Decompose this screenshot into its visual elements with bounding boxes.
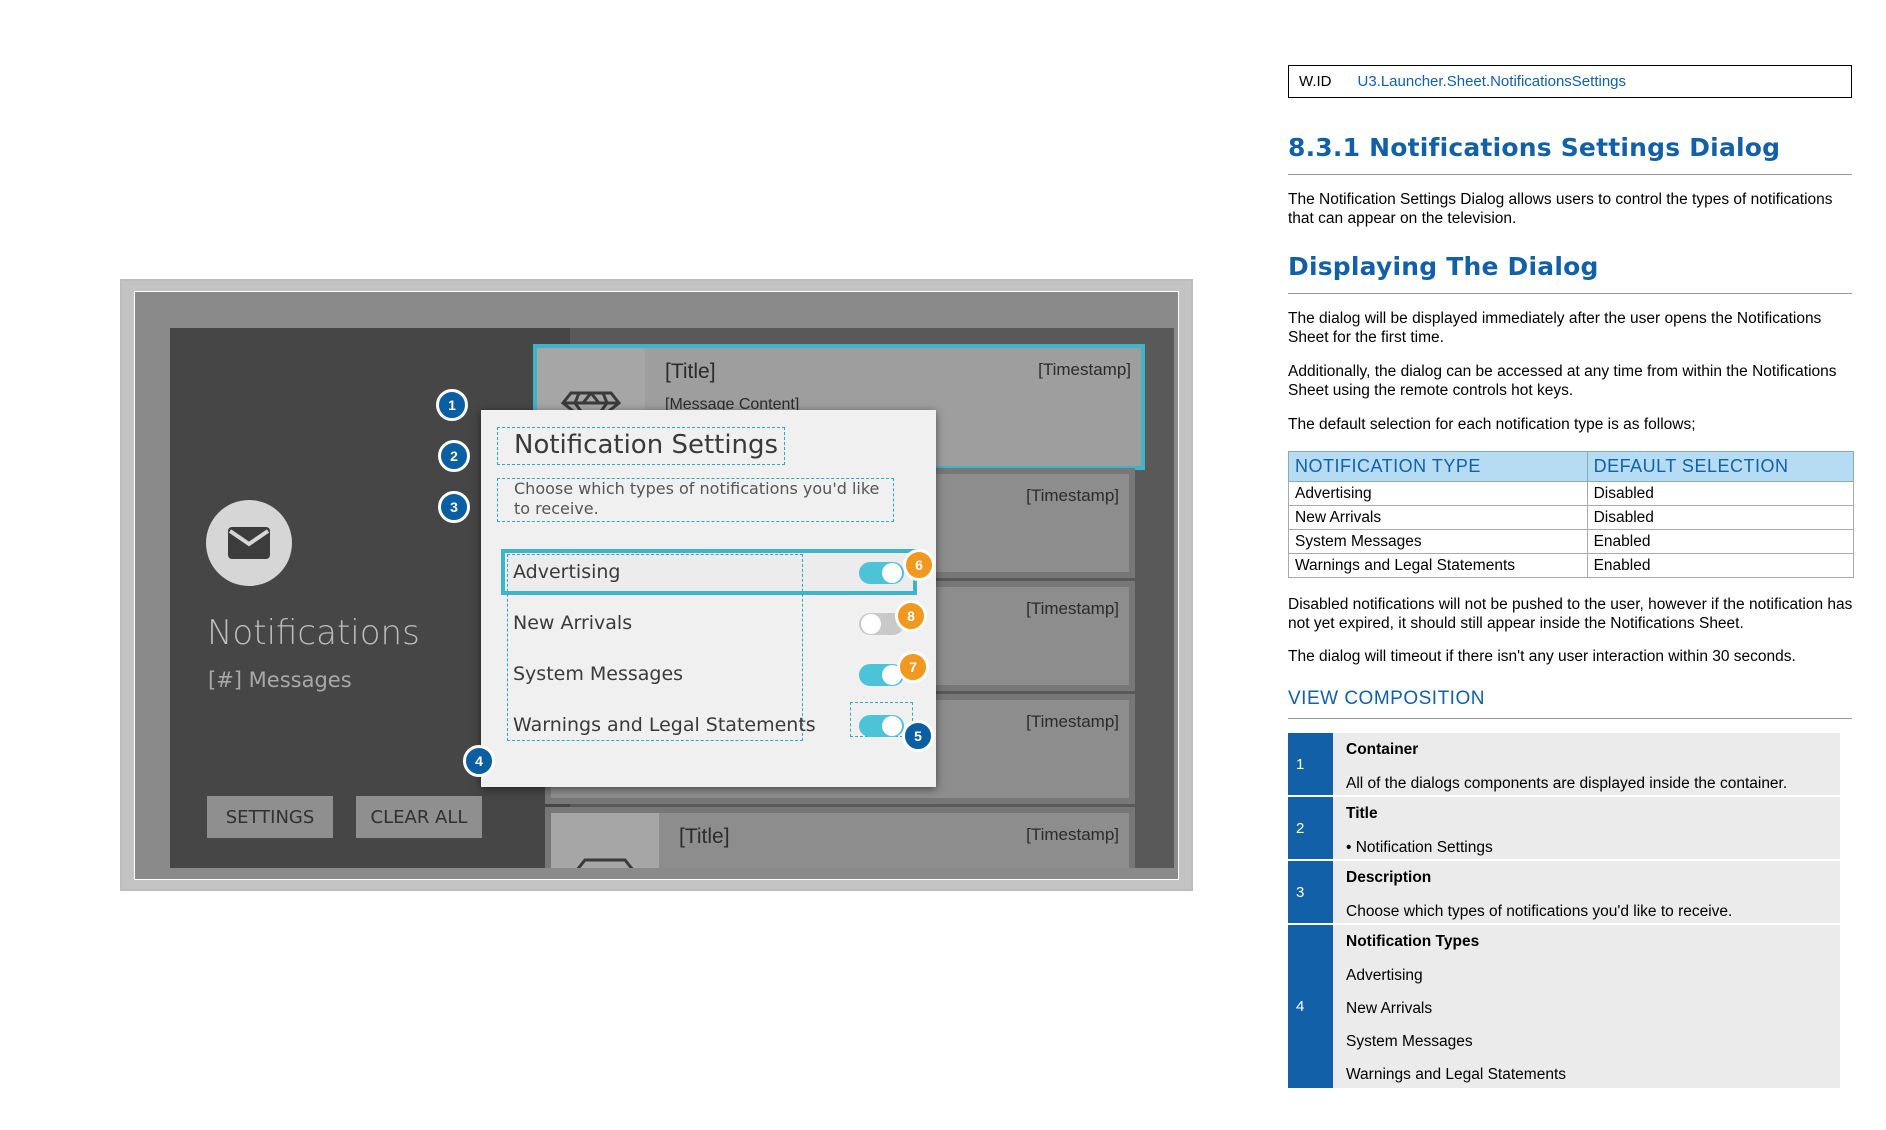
composition-title: Title (1346, 805, 1378, 822)
notification-card[interactable]: [Title] [Timestamp] (545, 807, 1135, 868)
composition-title: Description (1346, 869, 1432, 886)
composition-text: All of the dialogs components are displa… (1346, 775, 1788, 792)
callout-badge: 3 (438, 491, 470, 523)
callout-badge: 4 (463, 745, 495, 777)
composition-text: Warnings and Legal Statements (1346, 1066, 1566, 1083)
default-selection-table: NOTIFICATION TYPE DEFAULT SELECTION Adve… (1288, 451, 1855, 578)
paragraph: Additionally, the dialog can be accessed… (1288, 363, 1837, 399)
table-row: Warnings and Legal Statements Enabled (1288, 553, 1855, 578)
table-cell: Advertising (1288, 481, 1588, 506)
composition-text: New Arrivals (1346, 1000, 1433, 1017)
table-row: Advertising Disabled (1288, 481, 1855, 506)
sheet-title: Notifications (207, 613, 420, 653)
callout-badge: 1 (436, 389, 468, 421)
option-label-new-arrivals[interactable]: New Arrivals (513, 612, 632, 634)
advertising-toggle[interactable] (859, 562, 904, 584)
composition-number: 3 (1288, 861, 1333, 923)
card-timestamp: [Timestamp] (1026, 825, 1119, 844)
table-cell: New Arrivals (1288, 505, 1588, 530)
table-header: NOTIFICATION TYPE (1288, 451, 1588, 482)
composition-text: Choose which types of notifications you'… (1346, 903, 1733, 920)
card-timestamp: [Timestamp] (1026, 712, 1119, 731)
table-cell: Enabled (1586, 553, 1855, 578)
composition-title: Notification Types (1346, 933, 1480, 950)
callout-badge: 2 (438, 440, 470, 472)
table-row: New Arrivals Disabled (1288, 505, 1855, 530)
card-title: [Title] (665, 360, 716, 383)
table-cell: System Messages (1288, 529, 1588, 554)
paragraph: The dialog will timeout if there isn't a… (1288, 648, 1796, 665)
callout-badge: 7 (897, 651, 929, 683)
paragraph: The dialog will be displayed immediately… (1288, 310, 1822, 346)
option-label-warnings[interactable]: Warnings and Legal Statements (513, 714, 816, 736)
composition-number: 2 (1288, 797, 1333, 859)
table-cell: Disabled (1586, 481, 1855, 506)
composition-row: 1 Container All of the dialogs component… (1288, 733, 1840, 795)
table-cell: Disabled (1586, 505, 1855, 530)
table-header: DEFAULT SELECTION (1586, 451, 1855, 482)
intro-paragraph: The Notification Settings Dialog allows … (1288, 191, 1833, 227)
divider (1288, 718, 1852, 719)
card-timestamp: [Timestamp] (1038, 360, 1131, 379)
card-title: [Title] (679, 825, 730, 848)
tv-screen: Notifications [#] Messages SETTINGS CLEA… (170, 328, 1174, 868)
composition-text: • Notification Settings (1346, 839, 1493, 856)
widget-id-value: U3.Launcher.Sheet.NotificationsSettings (1357, 73, 1627, 90)
composition-row: 3 Description Choose which types of noti… (1288, 861, 1840, 923)
dialog-description: Choose which types of notifications you'… (497, 478, 894, 522)
callout-badge: 8 (895, 600, 927, 632)
card-timestamp: [Timestamp] (1026, 599, 1119, 618)
notification-settings-dialog: Notification Settings Choose which types… (481, 410, 936, 787)
composition-text: Advertising (1346, 967, 1423, 984)
callout-badge: 6 (903, 549, 935, 581)
paragraph: Disabled notifications will not be pushe… (1288, 596, 1853, 632)
view-composition-heading: VIEW COMPOSITION (1288, 688, 1485, 709)
composition-number: 4 (1288, 925, 1333, 1088)
mockup-frame: Notifications [#] Messages SETTINGS CLEA… (120, 279, 1193, 891)
table-row: System Messages Enabled (1288, 529, 1855, 554)
warnings-toggle[interactable] (859, 715, 904, 737)
divider (1288, 174, 1852, 175)
dialog-title: Notification Settings (497, 427, 786, 465)
callout-badge: 5 (902, 720, 934, 752)
composition-text: System Messages (1346, 1033, 1473, 1050)
widget-id-box: W.ID U3.Launcher.Sheet.NotificationsSett… (1288, 65, 1852, 98)
diamond-icon (551, 813, 659, 868)
section-heading: 8.3.1 Notifications Settings Dialog (1288, 133, 1781, 162)
mockup-tv-bezel: Notifications [#] Messages SETTINGS CLEA… (134, 291, 1179, 880)
composition-row: 4 Notification Types Advertising New Arr… (1288, 925, 1840, 1088)
option-label-system-messages[interactable]: System Messages (513, 663, 683, 685)
composition-number: 1 (1288, 733, 1333, 795)
divider (1288, 293, 1852, 294)
paragraph: The default selection for each notificat… (1288, 416, 1696, 433)
clear-all-button[interactable]: CLEAR ALL (356, 796, 482, 838)
envelope-icon (206, 500, 292, 586)
widget-id-key: W.ID (1299, 73, 1332, 90)
subsection-heading: Displaying The Dialog (1288, 252, 1599, 281)
table-cell: Enabled (1586, 529, 1855, 554)
composition-row: 2 Title • Notification Settings (1288, 797, 1840, 859)
table-cell: Warnings and Legal Statements (1288, 553, 1588, 578)
settings-button[interactable]: SETTINGS (207, 796, 333, 838)
card-timestamp: [Timestamp] (1026, 486, 1119, 505)
sheet-message-count: [#] Messages (208, 668, 352, 692)
option-label-advertising[interactable]: Advertising (513, 561, 620, 583)
composition-title: Container (1346, 741, 1419, 758)
